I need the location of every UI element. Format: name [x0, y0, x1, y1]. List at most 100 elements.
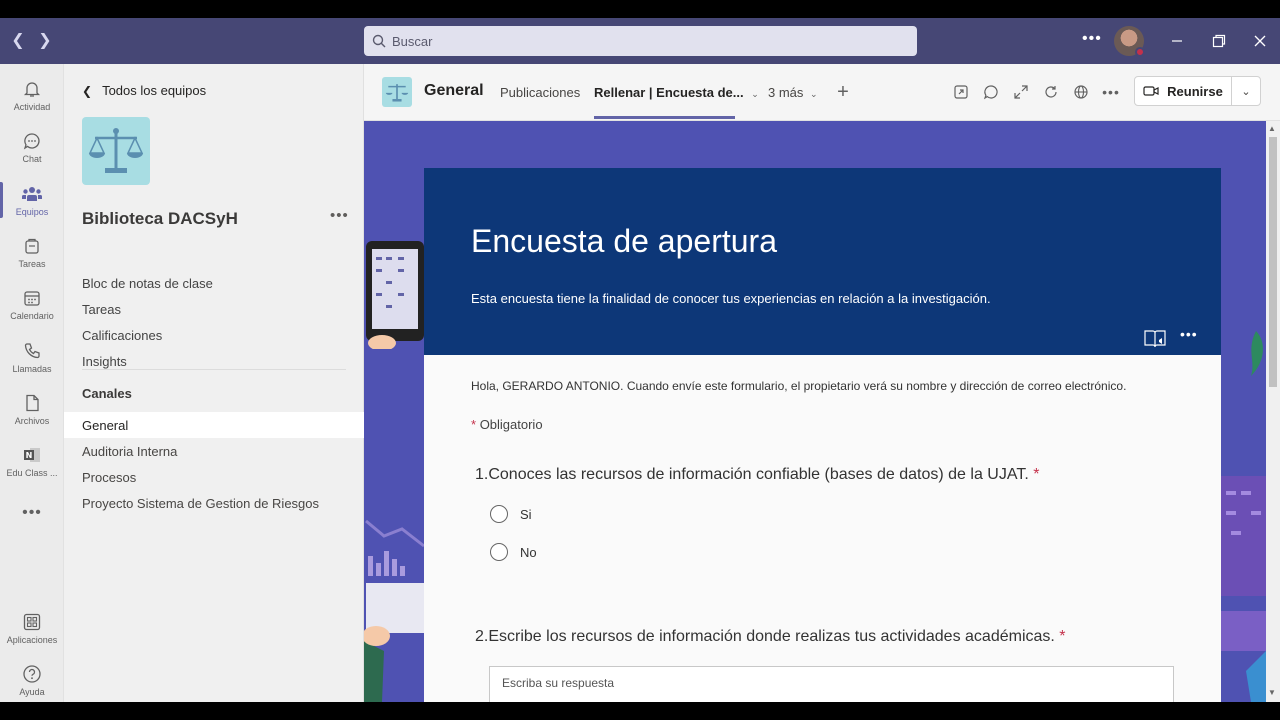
apps-icon — [23, 613, 41, 630]
tab-label: 3 más — [768, 85, 804, 100]
tab-more[interactable]: 3 más ⌄ — [768, 85, 818, 100]
identity-notice: Hola, GERARDO ANTONIO. Cuando envíe este… — [471, 379, 1127, 393]
team-pane: ❮ Todos los equipos Biblioteca DACSyH ••… — [64, 64, 364, 702]
option-si[interactable]: Si — [490, 505, 532, 523]
team-logo — [82, 117, 150, 185]
rail-label: Llamadas — [12, 363, 52, 374]
link-bloc-notas[interactable]: Bloc de notas de clase — [82, 276, 213, 291]
globe-icon[interactable] — [1071, 82, 1091, 102]
rail-label: Actividad — [13, 101, 51, 112]
help-icon — [23, 664, 41, 683]
add-tab-icon[interactable]: + — [833, 81, 853, 103]
channels-heading: Canales — [82, 386, 132, 401]
rail-label: Archivos — [14, 415, 50, 426]
rail-label: Equipos — [15, 206, 49, 217]
rail-label: Tareas — [18, 258, 46, 269]
rail-item-aplicaciones[interactable]: Aplicaciones — [0, 602, 64, 654]
answer-placeholder: Escriba su respuesta — [502, 676, 615, 690]
back-label: Todos los equipos — [102, 83, 207, 98]
conversation-icon[interactable] — [981, 82, 1001, 102]
rail-item-llamadas[interactable]: Llamadas — [0, 331, 64, 383]
chevron-down-icon: ⌄ — [1241, 85, 1251, 98]
required-asterisk: * — [1033, 466, 1040, 483]
question-number: 2. — [475, 628, 489, 645]
back-to-teams-link[interactable]: ❮ Todos los equipos — [82, 83, 206, 98]
rail-item-calendario[interactable]: Calendario — [0, 278, 64, 330]
question-2: 2.Escribe los recursos de información do… — [475, 628, 1066, 646]
channel-procesos[interactable]: Procesos — [64, 464, 364, 490]
presence-busy-icon — [1135, 47, 1145, 57]
meet-now-button[interactable]: Reunirse — [1134, 76, 1232, 106]
tab-label: Rellenar | Encuesta de... — [594, 85, 744, 100]
rail-item-ayuda[interactable]: Ayuda — [0, 654, 64, 702]
rail-item-actividad[interactable]: Actividad — [0, 69, 64, 121]
question-number: 1. — [475, 466, 489, 483]
more-apps-icon[interactable]: ••• — [0, 487, 64, 539]
tasks-icon — [25, 238, 39, 254]
team-more-options-icon[interactable]: ••• — [330, 207, 349, 224]
forward-arrow-icon[interactable]: ❯ — [35, 30, 55, 50]
back-arrow-icon[interactable]: ❮ — [8, 30, 28, 50]
scales-of-justice-icon — [385, 84, 409, 102]
tablet-illustration — [366, 241, 424, 349]
forms-content: Encuesta de apertura Esta encuesta tiene… — [364, 121, 1266, 702]
rail-label: Edu Class ... — [6, 467, 58, 478]
tab-publicaciones[interactable]: Publicaciones — [500, 85, 580, 100]
form-title: Encuesta de apertura — [471, 223, 777, 259]
tab-encuesta[interactable]: Rellenar | Encuesta de... ⌄ — [594, 85, 759, 100]
link-calificaciones[interactable]: Calificaciones — [82, 328, 162, 343]
binary-illustration — [1221, 331, 1266, 702]
channel-general[interactable]: General — [64, 412, 364, 438]
link-tareas[interactable]: Tareas — [82, 302, 121, 317]
rail-item-tareas[interactable]: Tareas — [0, 226, 64, 278]
refresh-icon[interactable] — [1041, 82, 1061, 102]
team-name: Biblioteca DACSyH — [82, 209, 238, 228]
answer-input[interactable]: Escriba su respuesta — [489, 666, 1174, 702]
calendar-icon — [24, 290, 40, 306]
radio-button[interactable] — [490, 505, 508, 523]
scroll-down-icon[interactable]: ▼ — [1268, 688, 1276, 697]
chevron-down-icon: ⌄ — [810, 89, 818, 99]
chat-icon — [23, 132, 40, 150]
required-asterisk: * — [471, 417, 477, 432]
bell-icon — [23, 81, 41, 97]
rail-item-archivos[interactable]: Archivos — [0, 383, 64, 435]
expand-icon[interactable] — [1011, 82, 1031, 102]
link-insights[interactable]: Insights — [82, 354, 127, 369]
meet-label: Reunirse — [1167, 83, 1223, 99]
close-icon[interactable] — [1249, 30, 1271, 52]
minimize-icon[interactable] — [1166, 30, 1188, 52]
option-no[interactable]: No — [490, 543, 537, 561]
required-label: Obligatorio — [479, 417, 543, 432]
rail-item-chat[interactable]: Chat — [0, 121, 64, 173]
channel-proyecto[interactable]: Proyecto Sistema de Gestion de Riesgos — [64, 490, 364, 516]
phone-icon — [24, 342, 40, 358]
required-legend: * Obligatorio — [471, 417, 543, 432]
file-icon — [26, 394, 39, 411]
popout-icon[interactable] — [951, 82, 971, 102]
teams-icon — [22, 186, 42, 201]
rail-item-equipos[interactable]: Equipos — [0, 174, 64, 226]
form-more-options-icon[interactable]: ••• — [1180, 326, 1198, 342]
question-text: Escribe los recursos de información dond… — [488, 628, 1055, 645]
rail-label: Aplicaciones — [6, 634, 58, 645]
rail-item-edu-class[interactable]: N Edu Class ... — [0, 435, 64, 487]
title-bar: ❮ ❯ Buscar ••• — [0, 18, 1280, 64]
meet-options-dropdown[interactable]: ⌄ — [1231, 76, 1261, 106]
scroll-thumb[interactable] — [1269, 137, 1277, 387]
more-options-icon[interactable]: ••• — [1101, 82, 1121, 102]
vertical-scrollbar[interactable]: ▲ ▼ — [1266, 121, 1280, 702]
question-text: Conoces las recursos de información conf… — [488, 466, 1029, 483]
channel-auditoria[interactable]: Auditoria Interna — [64, 438, 364, 464]
avatar[interactable] — [1114, 26, 1145, 57]
restore-icon[interactable] — [1208, 30, 1230, 52]
app-rail: Actividad Chat Equipos Tareas Calendario… — [0, 64, 64, 702]
option-label: No — [520, 544, 537, 560]
question-1: 1.Conoces las recursos de información co… — [475, 466, 1039, 484]
more-options-icon[interactable]: ••• — [1082, 30, 1102, 48]
scroll-up-icon[interactable]: ▲ — [1268, 124, 1276, 133]
immersive-reader-icon[interactable] — [1143, 328, 1167, 355]
search-input[interactable]: Buscar — [364, 26, 917, 56]
option-label: Si — [520, 506, 532, 522]
radio-button[interactable] — [490, 543, 508, 561]
